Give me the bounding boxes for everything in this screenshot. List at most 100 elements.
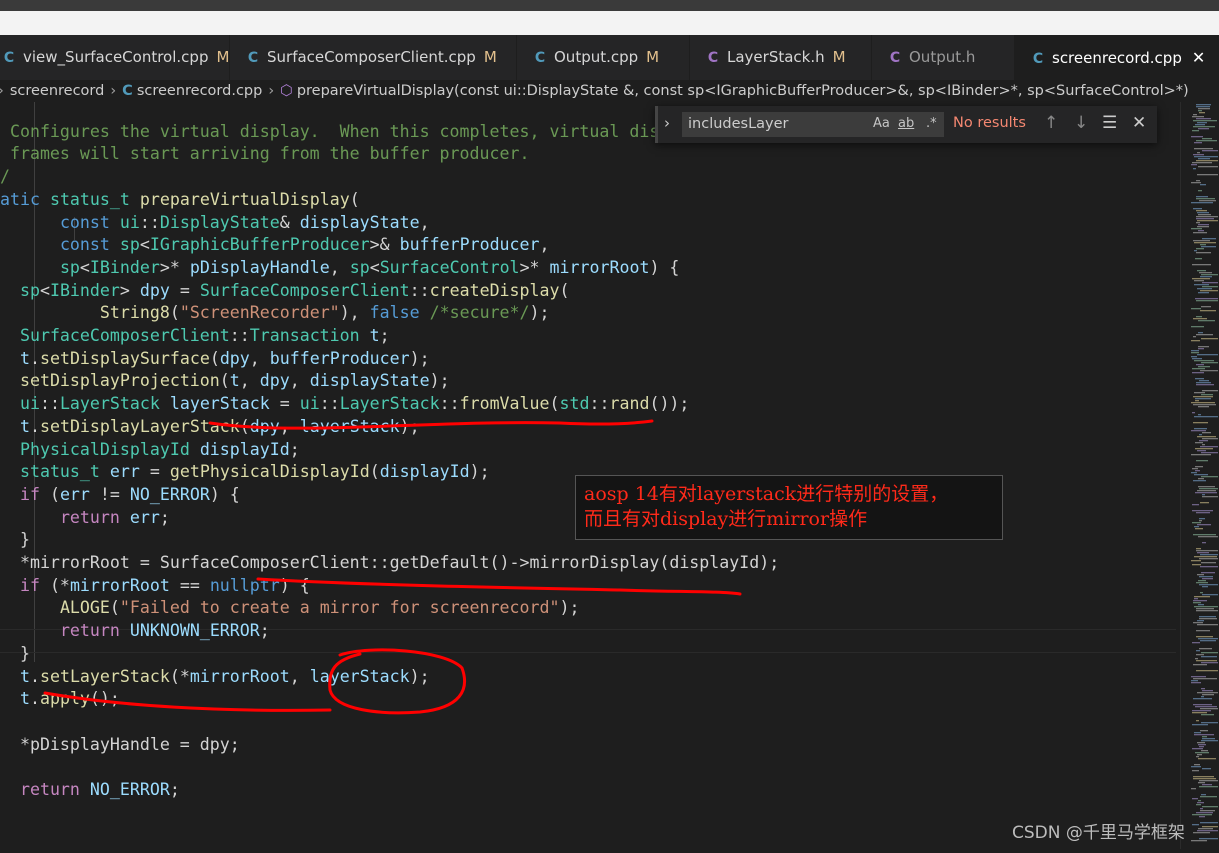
minimap-stroke — [1198, 366, 1210, 368]
arrow-up-icon[interactable]: ↑ — [1044, 113, 1058, 133]
breadcrumb-file[interactable]: screenrecord.cpp — [137, 80, 263, 102]
minimap-stroke — [1196, 610, 1218, 612]
cpp-file-icon: C — [247, 50, 259, 66]
minimap-stroke — [1199, 272, 1212, 274]
minimap-stroke — [1193, 168, 1196, 170]
regex-toggle[interactable]: .* — [926, 116, 937, 131]
minimap-stroke — [1192, 358, 1202, 360]
minimap-stroke — [1193, 240, 1210, 242]
minimap-stroke — [1194, 526, 1199, 528]
minimap-stroke — [1199, 558, 1218, 560]
minimap-stroke — [1193, 480, 1206, 482]
minimap-stroke — [1198, 108, 1210, 110]
minimap-stroke — [1196, 582, 1208, 584]
minimap-stroke — [1199, 838, 1218, 840]
minimap-stroke — [1200, 708, 1218, 710]
minimap-stroke — [1202, 690, 1213, 692]
minimap-stroke — [1197, 450, 1206, 452]
minimap-stroke — [1191, 680, 1198, 682]
find-in-selection-icon[interactable]: ☰ — [1102, 113, 1117, 133]
minimap-stroke — [1198, 190, 1202, 192]
minimap-stroke — [1196, 660, 1217, 662]
minimap-stroke — [1201, 750, 1208, 752]
minimap-stroke — [1198, 580, 1206, 582]
tab-surfacecomposerclient[interactable]: C SurfaceComposerClient.cpp M — [230, 35, 517, 80]
annotation-note: aosp 14有对layerstack进行特别的设置， 而且有对display进… — [575, 475, 1003, 540]
minimap-stroke — [1197, 754, 1202, 756]
minimap-stroke — [1202, 768, 1211, 770]
match-case-toggle[interactable]: Aa — [873, 116, 890, 131]
minimap-stroke — [1202, 438, 1218, 440]
whole-word-toggle[interactable]: ab — [898, 116, 914, 131]
tab-output-h[interactable]: C Output.h — [872, 35, 1015, 80]
minimap-stroke — [1194, 284, 1209, 286]
minimap-stroke — [1199, 112, 1205, 114]
minimap-stroke — [1201, 714, 1214, 716]
tab-label: Output.cpp — [554, 48, 639, 66]
minimap-stroke — [1196, 670, 1218, 672]
code-line: *pDisplayHandle = dpy; — [0, 734, 240, 754]
close-icon[interactable]: ✕ — [1192, 48, 1205, 67]
modified-badge: M — [832, 48, 846, 66]
minimap-stroke — [1196, 636, 1213, 638]
minimap-stroke — [1199, 576, 1213, 578]
minimap-stroke — [1201, 306, 1211, 308]
minimap-stroke — [1197, 220, 1218, 222]
minimap-stroke — [1196, 756, 1199, 758]
minimap-stroke — [1201, 662, 1218, 664]
chevron-right-icon: › — [0, 80, 4, 102]
breadcrumb-symbol[interactable]: prepareVirtualDisplay(const ui::DisplayS… — [297, 80, 1189, 102]
minimap-stroke — [1191, 326, 1204, 328]
minimap-stroke — [1198, 166, 1218, 168]
arrow-down-icon[interactable]: ↓ — [1074, 113, 1088, 133]
minimap-stroke — [1201, 794, 1206, 796]
minimap-stroke — [1191, 430, 1206, 432]
minimap-stroke — [1199, 584, 1218, 586]
minimap-stroke — [1199, 648, 1212, 650]
minimap-stroke — [1199, 780, 1218, 782]
minimap-stroke — [1196, 198, 1215, 200]
minimap-stroke — [1193, 232, 1207, 234]
minimap-stroke — [1199, 518, 1205, 520]
minimap-stroke — [1197, 624, 1218, 626]
breadcrumb-folder[interactable]: screenrecord — [10, 80, 105, 102]
find-widget: › includesLayer Aa ab .* No results ↑ ↓ … — [655, 106, 1157, 143]
code-line: const sp<IGraphicBufferProducer>& buffer… — [59, 235, 550, 255]
tab-output-cpp[interactable]: C Output.cpp M — [517, 35, 690, 80]
minimap-stroke — [1195, 528, 1203, 530]
minimap[interactable] — [1180, 102, 1219, 849]
chevron-right-icon[interactable]: › — [664, 114, 670, 132]
minimap-stroke — [1192, 770, 1199, 772]
cpp-file-icon: C — [534, 50, 546, 66]
minimap-stroke — [1198, 414, 1201, 416]
cpp-file-icon: C — [1032, 51, 1044, 67]
minimap-stroke — [1197, 574, 1204, 576]
close-icon[interactable]: ✕ — [1132, 113, 1146, 133]
window-top-bar — [0, 0, 1219, 11]
tab-view-surfacecontrol[interactable]: Cview_SurfaceControl.cpp M — [0, 35, 230, 80]
minimap-stroke — [1202, 444, 1205, 446]
minimap-stroke — [1199, 434, 1202, 436]
minimap-stroke — [1197, 692, 1218, 694]
minimap-stroke — [1202, 586, 1208, 588]
minimap-stroke — [1198, 224, 1209, 226]
minimap-stroke — [1201, 696, 1204, 698]
minimap-stroke — [1197, 742, 1205, 744]
minimap-stroke — [1196, 300, 1218, 302]
minimap-stroke — [1202, 594, 1218, 596]
minimap-stroke — [1192, 814, 1212, 816]
code-line: if (err != NO_ERROR) { — [19, 484, 240, 504]
minimap-stroke — [1197, 620, 1204, 622]
minimap-stroke — [1191, 228, 1202, 230]
minimap-stroke — [1197, 174, 1218, 176]
minimap-stroke — [1192, 368, 1205, 370]
minimap-stroke — [1196, 216, 1218, 218]
minimap-stroke — [1193, 600, 1207, 602]
minimap-stroke — [1199, 816, 1205, 818]
tab-screenrecord-cpp[interactable]: Cscreenrecord.cpp ✕ — [1015, 35, 1219, 80]
minimap-stroke — [1199, 616, 1216, 618]
tab-layerstack-h[interactable]: C LayerStack.h M — [690, 35, 872, 80]
minimap-stroke — [1193, 404, 1216, 406]
minimap-stroke — [1193, 704, 1212, 706]
minimap-stroke — [1195, 448, 1213, 450]
